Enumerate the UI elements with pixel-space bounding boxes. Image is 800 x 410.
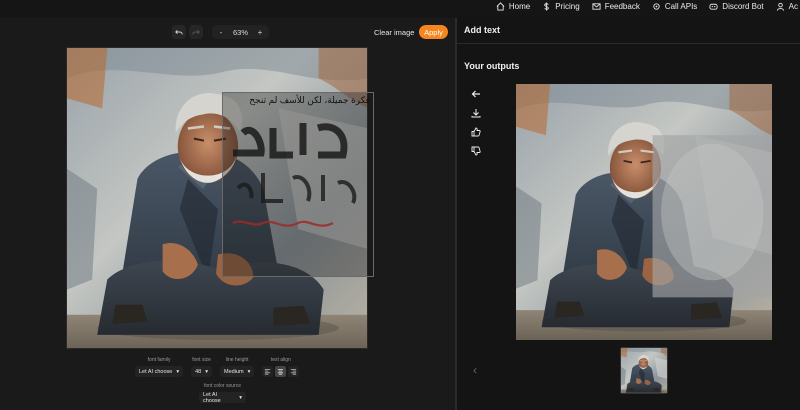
caret-down-icon: ▾ [239,394,242,401]
font-size-label: font size [192,357,211,363]
nav-call-apis[interactable]: Call APIs [652,2,697,11]
nav-discord-bot[interactable]: Discord Bot [709,1,764,11]
zoom-in-button[interactable]: + [254,25,266,39]
thumbs-down-icon [471,146,481,155]
nav-feedback-label: Feedback [604,1,640,11]
line-height-value: Medium [224,368,244,375]
redo-icon [192,30,200,35]
align-center-button[interactable] [275,366,287,377]
nav-pricing-label: Pricing [555,1,580,11]
like-button[interactable] [469,126,483,137]
align-right-button[interactable] [288,366,300,377]
undo-icon [175,30,183,35]
editor-panel: - 63% + Clear image Apply فكرة جميلة، لك… [0,18,455,410]
font-family-select[interactable]: Let AI choose ▾ [135,366,184,377]
zoom-control: - 63% + [212,25,270,39]
undo-button[interactable] [172,25,186,39]
nav-home[interactable]: Home [496,2,530,11]
font-family-control: font family Let AI choose ▾ [135,357,184,377]
mail-icon [592,2,601,10]
nav-account[interactable]: Ac [776,2,798,11]
home-icon [496,1,505,11]
font-size-select[interactable]: 48 ▾ [191,366,212,377]
editor-toolbar: - 63% + [172,25,270,39]
font-color-source-select[interactable]: Let AI choose ▾ [199,391,246,404]
output-thumbnail[interactable] [620,347,668,394]
nav-pricing[interactable]: Pricing [542,1,580,11]
line-height-control: line height Medium ▾ [220,357,255,377]
user-icon [776,2,784,11]
caret-down-icon: ▾ [247,368,251,375]
align-right-icon [291,368,297,375]
font-size-control: font size 48 ▾ [191,357,212,377]
top-nav: Home Pricing Feedback Call APIs Discord … [0,0,800,12]
thumbnail-image [621,348,667,393]
font-family-label: font family [147,357,171,363]
font-color-source-control: font color source Let AI choose ▾ [199,383,246,404]
caret-down-icon: ▾ [205,368,208,375]
nav-home-label: Home [508,1,531,11]
text-align-control: text align [262,357,300,377]
gear-icon [653,2,660,10]
font-color-source-label: font color source [204,383,241,389]
add-text-header: Add text [457,18,800,44]
clear-image-button[interactable]: Clear image [370,25,418,39]
font-family-value: Let AI choose [139,368,173,375]
nav-call-apis-label: Call APIs [664,1,698,11]
zoom-out-button[interactable]: - [215,25,227,39]
align-left-button[interactable] [262,366,274,377]
align-left-icon [265,368,271,375]
redo-button[interactable] [189,25,203,39]
line-height-select[interactable]: Medium ▾ [220,366,255,377]
download-button[interactable] [469,107,483,118]
wall-graffiti [232,123,357,227]
thumbs-up-icon [471,127,481,136]
zoom-value: 63% [233,27,249,37]
text-align-label: text align [270,357,291,363]
font-color-source-value: Let AI choose [203,391,221,404]
text-align-group [262,366,300,377]
font-size-value: 48 [195,368,202,375]
arrow-left-icon [471,90,480,97]
text-controls: font family Let AI choose ▾ font size 48… [135,357,300,377]
output-image[interactable] [516,84,772,340]
output-panel: Add text Your outputs ‹ [457,18,800,410]
download-icon [471,108,481,117]
outputs-title: Your outputs [464,61,520,71]
text-overlay-box[interactable]: فكرة جميلة، لكن للأسف لم تنجح [222,92,374,277]
chevron-left-icon[interactable]: ‹ [473,363,477,377]
discord-icon [709,3,718,10]
output-painting [516,84,772,340]
nav-discord-bot-label: Discord Bot [722,1,764,11]
align-center-icon [278,368,284,375]
apply-button[interactable]: Apply [419,25,448,39]
output-actions [469,88,483,156]
dislike-button[interactable] [469,145,483,156]
caret-down-icon: ▾ [176,368,180,375]
nav-account-label: Ac [788,1,798,11]
back-button[interactable] [469,88,483,99]
nav-feedback[interactable]: Feedback [592,2,640,11]
dollar-icon [544,1,549,11]
line-height-label: line height [225,357,249,363]
